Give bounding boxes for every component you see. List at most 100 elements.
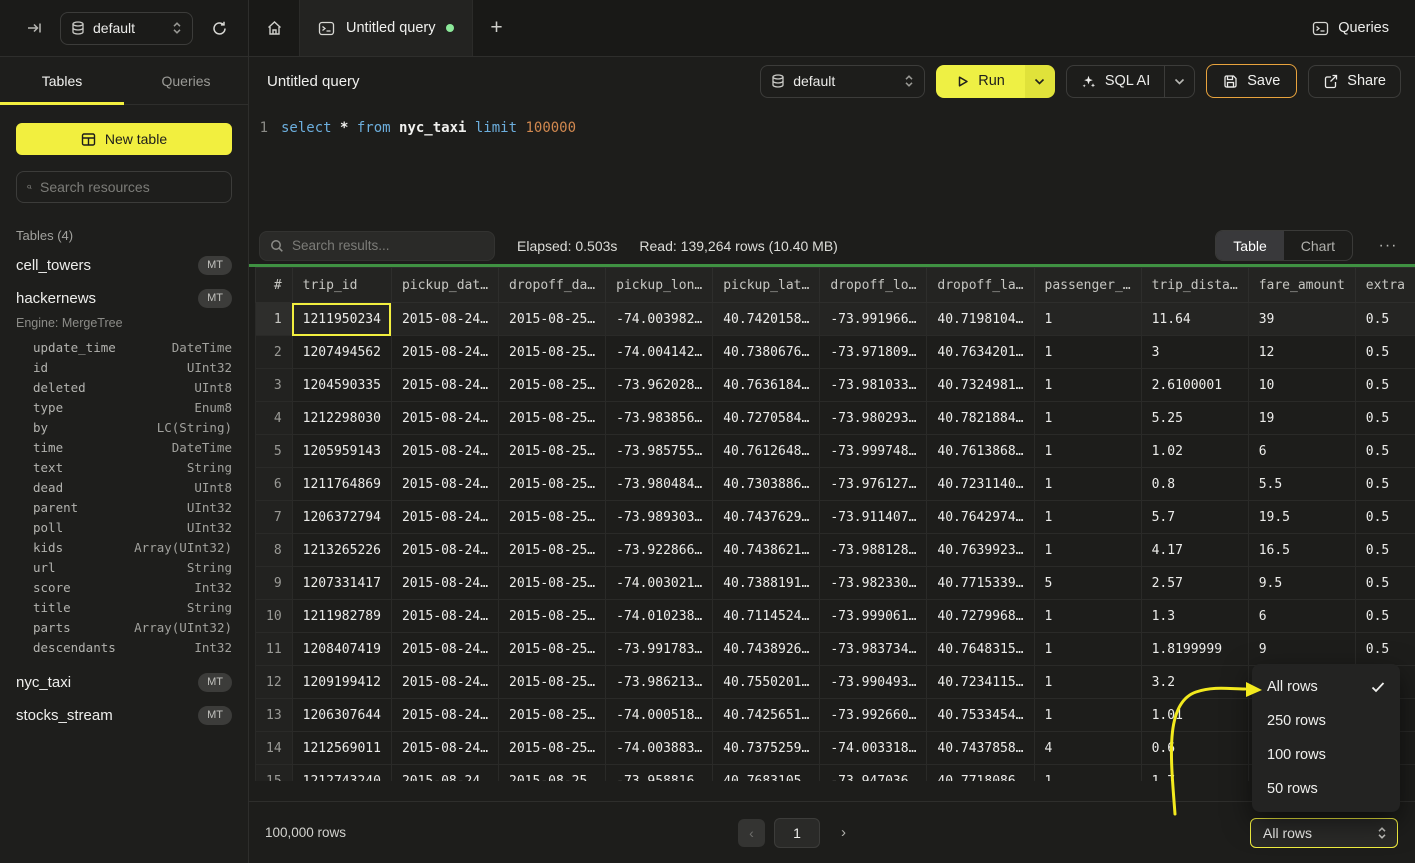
cell[interactable]: 6 [1248,600,1355,633]
cell[interactable]: 2015-08-25… [499,402,606,435]
column-row[interactable]: deletedUInt8 [0,378,248,398]
cell[interactable]: 6 [1248,435,1355,468]
cell[interactable]: -73.983734… [820,633,927,666]
row-number[interactable]: 3 [256,369,293,402]
cell[interactable]: 11.64 [1141,303,1248,336]
cell[interactable]: 0.5 [1355,402,1415,435]
cell[interactable]: 1208407419 [292,633,391,666]
next-page-button[interactable]: › [841,824,846,841]
cell[interactable]: 1.01 [1141,699,1248,732]
cell[interactable]: 40.7279968… [927,600,1034,633]
row-number[interactable]: 13 [256,699,293,732]
cell[interactable]: 2.6100001 [1141,369,1248,402]
cell[interactable]: 40.7639923… [927,534,1034,567]
cell[interactable]: 1 [1034,435,1141,468]
cell[interactable]: 5.5 [1248,468,1355,501]
cell[interactable]: 40.7198104… [927,303,1034,336]
column-row[interactable]: descendantsInt32 [0,638,248,658]
cell[interactable]: 0.5 [1355,501,1415,534]
previous-page-button[interactable]: ‹ [738,819,765,847]
column-row[interactable]: deadUInt8 [0,478,248,498]
cell[interactable]: -73.971809… [820,336,927,369]
cell[interactable]: 0.5 [1355,303,1415,336]
cell[interactable]: 2015-08-24… [391,600,498,633]
column-row[interactable]: timeDateTime [0,438,248,458]
cell[interactable]: 0.5 [1355,369,1415,402]
row-number[interactable]: 9 [256,567,293,600]
column-row[interactable]: scoreInt32 [0,578,248,598]
row-number[interactable]: 12 [256,666,293,699]
cell[interactable]: -74.003982… [606,303,713,336]
database-selector[interactable]: default [60,12,193,45]
cell[interactable]: 2015-08-25… [499,666,606,699]
cell[interactable]: 40.7231140… [927,468,1034,501]
cell[interactable]: 1 [1034,666,1141,699]
cell[interactable]: 2015-08-24… [391,303,498,336]
cell[interactable]: 0.5 [1355,468,1415,501]
sidebar-item-cell-towers[interactable]: cell_towers MT [0,249,248,282]
cell[interactable]: 12 [1248,336,1355,369]
cell[interactable]: -74.003883… [606,732,713,765]
more-options-button[interactable]: ··· [1375,237,1401,255]
cell[interactable]: -73.986213… [606,666,713,699]
cell[interactable]: 1206372794 [292,501,391,534]
cell[interactable]: -73.991966… [820,303,927,336]
cell[interactable]: 10 [1248,369,1355,402]
cell[interactable]: 1 [1034,534,1141,567]
cell[interactable]: 2015-08-25… [499,468,606,501]
cell[interactable]: 2015-08-25… [499,567,606,600]
column-header[interactable]: # [256,268,293,303]
cell[interactable]: 1211982789 [292,600,391,633]
cell[interactable]: 19.5 [1248,501,1355,534]
cell[interactable]: 2015-08-24… [391,435,498,468]
cell[interactable]: 2015-08-24… [391,699,498,732]
column-row[interactable]: titleString [0,598,248,618]
cell[interactable]: 40.7420158… [713,303,820,336]
cell[interactable]: -73.999748… [820,435,927,468]
column-row[interactable]: update_timeDateTime [0,338,248,358]
cell[interactable]: -73.980293… [820,402,927,435]
cell[interactable]: 1213265226 [292,534,391,567]
cell[interactable]: 19 [1248,402,1355,435]
cell[interactable]: 3 [1141,336,1248,369]
cell[interactable]: 40.7636184… [713,369,820,402]
cell[interactable]: -73.983856… [606,402,713,435]
column-row[interactable]: parentUInt32 [0,498,248,518]
row-number[interactable]: 6 [256,468,293,501]
cell[interactable]: 1212298030 [292,402,391,435]
cell[interactable]: 40.7612648… [713,435,820,468]
cell[interactable]: 40.7234115… [927,666,1034,699]
cell[interactable]: 40.7437858… [927,732,1034,765]
cell[interactable]: 40.7715339… [927,567,1034,600]
row-number[interactable]: 11 [256,633,293,666]
column-header[interactable]: passenger_… [1034,268,1141,303]
cell[interactable]: 1209199412 [292,666,391,699]
cell[interactable]: 1.7 [1141,765,1248,782]
column-row[interactable]: idUInt32 [0,358,248,378]
cell[interactable]: 5.25 [1141,402,1248,435]
column-header[interactable]: trip_id [292,268,391,303]
column-row[interactable]: pollUInt32 [0,518,248,538]
cell[interactable]: 1206307644 [292,699,391,732]
cell[interactable]: 1 [1034,468,1141,501]
page-size-option[interactable]: All rows [1252,670,1400,704]
queries-button[interactable]: Queries [1312,20,1389,37]
row-number[interactable]: 4 [256,402,293,435]
cell[interactable]: -73.980484… [606,468,713,501]
cell[interactable]: 2015-08-24… [391,402,498,435]
cell[interactable]: 1 [1034,600,1141,633]
cell[interactable]: -73.999061… [820,600,927,633]
cell[interactable]: 3.2 [1141,666,1248,699]
cell[interactable]: 1 [1034,336,1141,369]
cell[interactable]: 40.7821884… [927,402,1034,435]
column-row[interactable]: kidsArray(UInt32) [0,538,248,558]
cell[interactable]: 40.7683105… [713,765,820,782]
run-options-button[interactable] [1025,65,1055,98]
cell[interactable]: 1 [1034,765,1141,782]
page-size-option[interactable]: 100 rows [1252,738,1400,772]
cell[interactable]: 40.7634201… [927,336,1034,369]
column-header[interactable]: pickup_dat… [391,268,498,303]
column-row[interactable]: typeEnum8 [0,398,248,418]
cell[interactable]: 0.5 [1355,633,1415,666]
run-button[interactable]: Run [936,65,1025,98]
